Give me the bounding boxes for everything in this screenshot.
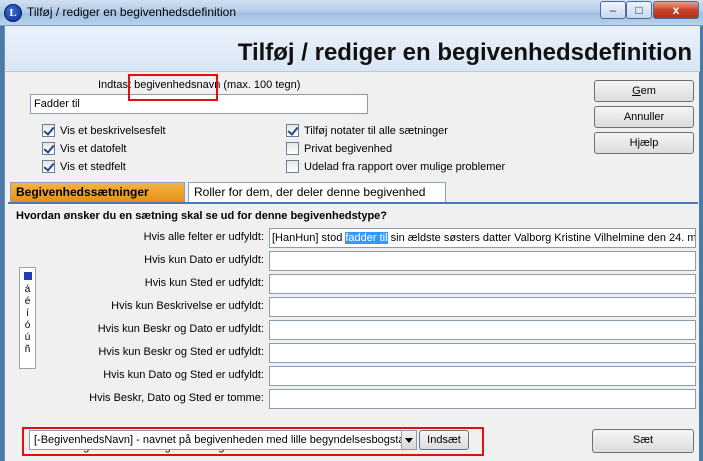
annotation-highlight-name-label [128, 74, 218, 101]
special-char-square-icon[interactable] [23, 272, 32, 280]
option-label: Vis et datofelt [60, 142, 127, 155]
save-button[interactable]: Gem [594, 80, 694, 102]
tab-event-sentences[interactable]: Begivenhedssætninger [10, 182, 185, 202]
close-icon: x [672, 3, 680, 17]
option-add-notes[interactable]: Tilføj notater til alle sætninger [286, 124, 448, 137]
sentence-input-none[interactable] [269, 389, 696, 409]
sentence-input-description[interactable] [269, 297, 696, 317]
page-title: Tilføj / rediger en begivenhedsdefinitio… [237, 39, 692, 66]
dialog-client: Tilføj / rediger en begivenhedsdefinitio… [4, 26, 700, 461]
option-label: Tilføj notater til alle sætninger [304, 124, 448, 137]
app-icon: L [4, 4, 22, 22]
option-show-description[interactable]: Vis et beskrivelsesfelt [42, 124, 166, 137]
option-label: Privat begivenhed [304, 142, 393, 155]
cancel-button[interactable]: Annuller [594, 106, 694, 128]
checkbox-private-event[interactable] [286, 142, 299, 155]
row-label-date-place: Hvis kun Dato og Sted er udfyldt: [103, 369, 264, 381]
sentence-input-desc-place[interactable] [269, 343, 696, 363]
minimize-icon: – [609, 3, 617, 17]
checkbox-exclude-report[interactable] [286, 160, 299, 173]
option-label: Vis et beskrivelsesfelt [60, 124, 166, 137]
row-label-all: Hvis alle felter er udfyldt: [143, 231, 264, 243]
checkbox-add-notes[interactable] [286, 124, 299, 137]
option-label: Vis et stedfelt [60, 160, 126, 173]
sentence-input-desc-date[interactable] [269, 320, 696, 340]
row-label-none: Hvis Beskr, Dato og Sted er tomme: [89, 392, 264, 404]
special-char-a[interactable]: á [20, 284, 35, 296]
row-label-desc-date: Hvis kun Beskr og Dato er udfyldt: [97, 323, 264, 335]
close-button[interactable]: x [653, 1, 699, 19]
row-label-date: Hvis kun Dato er udfyldt: [144, 254, 264, 266]
special-char-n[interactable]: ñ [20, 344, 35, 356]
annotation-highlight-replacement [22, 427, 484, 456]
sentences-panel: Hvordan ønsker du en sætning skal se ud … [8, 202, 698, 461]
option-show-place[interactable]: Vis et stedfelt [42, 160, 126, 173]
sentence-input-place[interactable] [269, 274, 696, 294]
header-banner: Tilføj / rediger en begivenhedsdefinitio… [5, 26, 700, 72]
row-label-description: Hvis kun Beskrivelse er udfyldt: [111, 300, 264, 312]
special-characters-bar: á é í ó ú ñ [19, 267, 36, 369]
special-char-u[interactable]: ú [20, 332, 35, 344]
set-button[interactable]: Sæt [592, 429, 694, 453]
checkbox-show-description[interactable] [42, 124, 55, 137]
window-title: Tilføj / rediger en begivenhedsdefinitio… [27, 5, 237, 19]
sentence-input-all[interactable]: [HanHun] stod fadder til sin ældste søst… [269, 228, 696, 248]
special-char-o[interactable]: ó [20, 320, 35, 332]
help-button[interactable]: Hjælp [594, 132, 694, 154]
special-char-i[interactable]: í [20, 308, 35, 320]
maximize-icon: □ [635, 3, 643, 17]
maximize-button[interactable]: □ [626, 1, 652, 19]
special-char-e[interactable]: é [20, 296, 35, 308]
sentence-question: Hvordan ønsker du en sætning skal se ud … [16, 210, 388, 222]
window-titlebar: L Tilføj / rediger en begivenhedsdefinit… [0, 0, 703, 26]
row-label-place: Hvis kun Sted er udfyldt: [144, 277, 264, 289]
row-label-desc-place: Hvis kun Beskr og Sted er udfyldt: [98, 346, 264, 358]
option-label: Udelad fra rapport over mulige problemer [304, 160, 506, 173]
sentence-input-date-place[interactable] [269, 366, 696, 386]
checkbox-show-place[interactable] [42, 160, 55, 173]
option-private-event[interactable]: Privat begivenhed [286, 142, 392, 155]
minimize-button[interactable]: – [600, 1, 626, 19]
option-exclude-report[interactable]: Udelad fra rapport over mulige problemer [286, 160, 505, 173]
option-show-date[interactable]: Vis et datofelt [42, 142, 126, 155]
tab-shared-roles[interactable]: Roller for dem, der deler denne begivenh… [188, 182, 446, 202]
sentence-input-date[interactable] [269, 251, 696, 271]
checkbox-show-date[interactable] [42, 142, 55, 155]
